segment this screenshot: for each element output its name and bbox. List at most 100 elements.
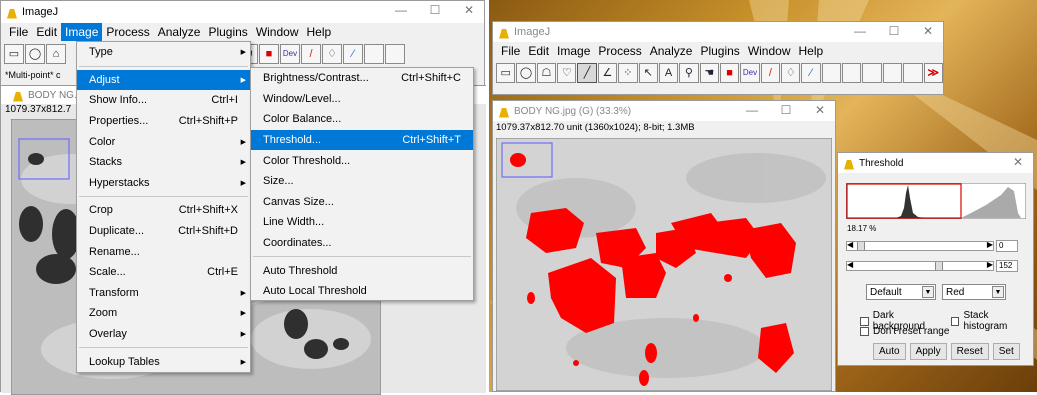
image-menu-item-overlay[interactable]: Overlay ▶ <box>77 324 250 345</box>
menu-edit[interactable]: Edit <box>524 42 553 60</box>
image-menu-item-stacks[interactable]: Stacks ▶ <box>77 152 250 173</box>
polygon-tool-icon[interactable]: ⌂ <box>46 43 66 64</box>
close-icon[interactable]: ✕ <box>917 24 939 38</box>
left-arrow-icon[interactable]: ◀ <box>847 260 853 269</box>
minimize-icon[interactable]: — <box>390 3 412 17</box>
menu-process[interactable]: Process <box>102 23 153 41</box>
menu-image[interactable]: Image <box>553 42 594 60</box>
image-menu-item-zoom[interactable]: Zoom ▶ <box>77 303 250 324</box>
menu-window[interactable]: Window <box>252 23 303 41</box>
freehand-tool-icon[interactable]: ♡ <box>557 62 577 83</box>
color-picker-icon[interactable]: ■ <box>719 62 740 83</box>
maximize-icon[interactable]: ☐ <box>775 103 797 117</box>
right-arrow-icon[interactable]: ▶ <box>987 260 993 269</box>
min-value-field[interactable]: 0 <box>996 240 1018 252</box>
adjust-item-window-level[interactable]: Window/Level... <box>251 89 473 110</box>
image-menu-item-rename[interactable]: Rename... <box>77 241 250 262</box>
adjust-item-color-threshold[interactable]: Color Threshold... <box>251 150 473 171</box>
angle-tool-icon[interactable]: ∠ <box>597 62 618 83</box>
dev-tool-icon[interactable]: Dev <box>280 43 300 64</box>
image-menu-item-crop[interactable]: Crop Ctrl+Shift+X <box>77 200 250 221</box>
auto-button[interactable]: Auto <box>873 343 906 360</box>
menu-process[interactable]: Process <box>594 42 645 60</box>
menu-image[interactable]: Image <box>61 23 103 41</box>
dont-reset-range-checkbox[interactable]: Don't reset range <box>860 326 949 337</box>
maximize-icon[interactable]: ☐ <box>883 24 905 38</box>
dev-tool-icon[interactable]: Dev <box>740 62 760 83</box>
image-menu-item-show-info[interactable]: Show Info... Ctrl+I <box>77 90 250 111</box>
menu-file[interactable]: File <box>5 23 32 41</box>
max-value-field[interactable]: 152 <box>996 260 1018 272</box>
dropper-icon[interactable]: ⁄ <box>801 62 821 83</box>
method-select[interactable]: Default ▼ <box>866 284 936 300</box>
line-tool-icon[interactable]: ╱ <box>577 62 597 83</box>
close-icon[interactable]: ✕ <box>458 3 480 17</box>
magnifier-tool-icon[interactable]: ⚲ <box>679 62 699 83</box>
brush-tool-icon[interactable]: / <box>760 62 781 83</box>
menu-help[interactable]: Help <box>303 23 336 41</box>
multipoint-tool-icon[interactable]: ⁘ <box>618 62 638 83</box>
adjust-item-brightness-contrast[interactable]: Brightness/Contrast... Ctrl+Shift+C <box>251 68 473 89</box>
oval-tool-icon[interactable]: ◯ <box>516 62 536 83</box>
min-slider[interactable]: ◀ ▶ <box>846 240 994 251</box>
menu-analyze[interactable]: Analyze <box>154 23 205 41</box>
flood-fill-icon[interactable]: ♢ <box>781 62 801 83</box>
reset-button[interactable]: Reset <box>950 343 989 360</box>
minimize-icon[interactable]: — <box>849 24 871 38</box>
hand-tool-icon[interactable]: ☚ <box>699 62 719 83</box>
minimize-icon[interactable]: — <box>741 103 763 117</box>
adjust-item-threshold[interactable]: Threshold... Ctrl+Shift+T <box>251 129 473 151</box>
polygon-tool-icon[interactable]: ☖ <box>536 62 557 83</box>
threshold-titlebar[interactable]: Threshold ✕ <box>838 153 1033 173</box>
checkbox-box[interactable] <box>950 316 960 326</box>
menu-window[interactable]: Window <box>744 42 795 60</box>
menu-help[interactable]: Help <box>795 42 828 60</box>
image-menu-item-transform[interactable]: Transform ▶ <box>77 283 250 304</box>
mode-select[interactable]: Red ▼ <box>942 284 1006 300</box>
slider-thumb[interactable] <box>935 262 943 270</box>
image-menu-item-hyperstacks[interactable]: Hyperstacks ▶ <box>77 173 250 194</box>
maximize-icon[interactable]: ☐ <box>424 3 446 17</box>
stack-histogram-checkbox[interactable]: Stack histogram <box>950 310 1033 332</box>
right-titlebar[interactable]: ImageJ — ☐ ✕ <box>493 22 943 42</box>
max-slider[interactable]: ◀ ▶ <box>846 260 994 271</box>
image-menu-item-properties[interactable]: Properties... Ctrl+Shift+P <box>77 111 250 132</box>
right-image-canvas[interactable] <box>496 138 832 391</box>
image-menu-item-lookup-tables[interactable]: Lookup Tables ▶ <box>77 351 250 372</box>
adjust-item-line-width[interactable]: Line Width... <box>251 212 473 233</box>
image-menu-item-duplicate[interactable]: Duplicate... Ctrl+Shift+D <box>77 221 250 242</box>
image-menu-item-type[interactable]: Type ▶ <box>77 42 250 63</box>
rectangle-tool-icon[interactable]: ▭ <box>4 43 24 64</box>
image-menu-item-scale[interactable]: Scale... Ctrl+E <box>77 262 250 283</box>
image-menu-item-adjust[interactable]: Adjust ▶ <box>77 69 250 91</box>
left-titlebar[interactable]: ImageJ — ☐ ✕ <box>1 1 484 23</box>
right-image-titlebar[interactable]: BODY NG.jpg (G) (33.3%) — ☐ ✕ <box>493 101 835 121</box>
apply-button[interactable]: Apply <box>909 343 947 360</box>
close-icon[interactable]: ✕ <box>1007 155 1029 169</box>
checkbox-box[interactable] <box>860 327 869 336</box>
adjust-item-size[interactable]: Size... <box>251 171 473 192</box>
menu-plugins[interactable]: Plugins <box>204 23 251 41</box>
slider-thumb[interactable] <box>857 242 865 250</box>
brush-tool-icon[interactable]: / <box>301 43 321 64</box>
rectangle-tool-icon[interactable]: ▭ <box>496 62 516 83</box>
dropper-icon[interactable]: ⁄ <box>343 43 363 64</box>
adjust-item-auto-local-threshold[interactable]: Auto Local Threshold <box>251 281 473 302</box>
more-tools-icon[interactable]: ≫ <box>923 62 943 83</box>
menu-plugins[interactable]: Plugins <box>696 42 743 60</box>
menu-edit[interactable]: Edit <box>32 23 61 41</box>
flood-fill-icon[interactable]: ♢ <box>322 43 342 64</box>
adjust-item-color-balance[interactable]: Color Balance... <box>251 109 473 130</box>
left-arrow-icon[interactable]: ◀ <box>847 240 853 249</box>
set-button[interactable]: Set <box>992 343 1020 360</box>
image-menu-item-color[interactable]: Color ▶ <box>77 131 250 152</box>
close-icon[interactable]: ✕ <box>809 103 831 117</box>
menu-analyze[interactable]: Analyze <box>646 42 697 60</box>
text-tool-icon[interactable]: A <box>658 62 679 83</box>
wand-tool-icon[interactable]: ↖ <box>638 62 658 83</box>
menu-file[interactable]: File <box>497 42 524 60</box>
adjust-item-auto-threshold[interactable]: Auto Threshold <box>251 260 473 281</box>
adjust-item-canvas-size[interactable]: Canvas Size... <box>251 192 473 213</box>
oval-tool-icon[interactable]: ◯ <box>25 43 45 64</box>
checkbox-box[interactable] <box>860 316 869 326</box>
